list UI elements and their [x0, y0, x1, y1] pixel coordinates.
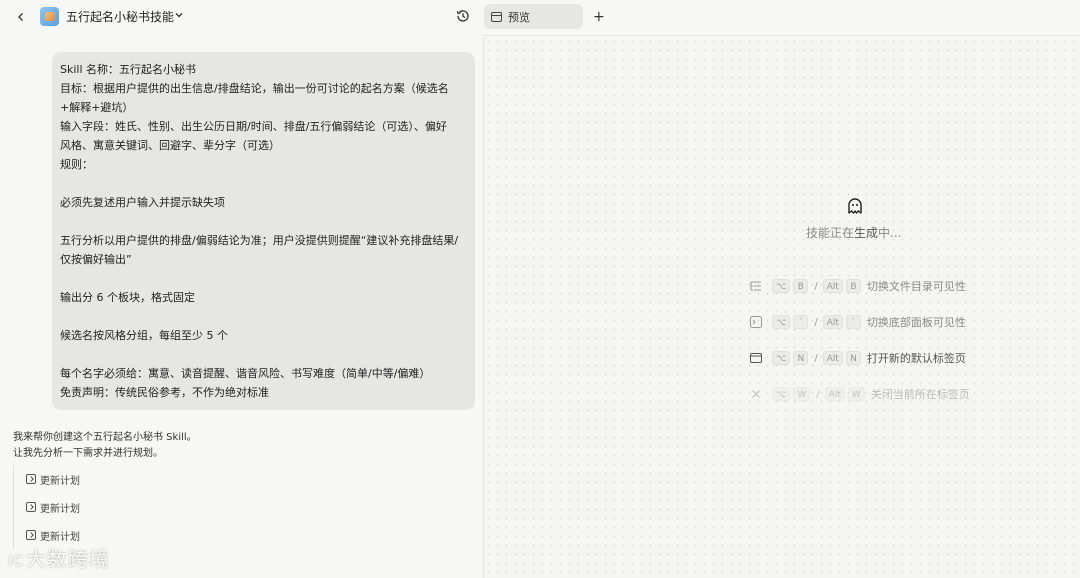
message-line: 五行分析以用户提供的排盘/偏弱结论为准；用户没提供则提醒“建议补充排盘结果/	[60, 234, 459, 247]
plan-check-icon	[26, 502, 36, 512]
message-line: +解释+避坑）	[60, 101, 134, 114]
assistant-reply-line: 我来帮你创建这个五行起名小秘书 Skill。	[13, 432, 197, 443]
assistant-reply: 我来帮你创建这个五行起名小秘书 Skill。 让我先分析一下需求并进行规划。	[13, 430, 197, 462]
shortcut-row: ⌥ W / Alt W 关闭当前所在标签页	[750, 386, 970, 402]
tab-preview[interactable]: 预览	[484, 4, 583, 29]
ghost-icon	[847, 197, 863, 215]
shortcut-key: Alt	[822, 351, 843, 365]
shortcut-key: N	[845, 351, 861, 365]
shortcut-label: 关闭当前所在标签页	[870, 388, 970, 401]
shortcut-key: B	[793, 279, 809, 293]
shortcut-key: N	[793, 351, 809, 365]
shortcut-key: Alt	[822, 279, 843, 293]
plan-step-label: 更新计划	[40, 475, 80, 487]
message-line: 仅按偏好输出”	[60, 253, 132, 266]
message-line: Skill 名称：五行起名小秘书	[60, 63, 197, 76]
shortcut-key: W	[793, 387, 811, 401]
status-suffix: 中...	[878, 226, 902, 240]
plan-step-label: 更新计划	[40, 531, 80, 543]
message-line: 输入字段：姓氏、性别、出生公历日期/时间、排盘/五行偏弱结论（可选）、偏好	[60, 120, 447, 133]
shortcut-key: `	[793, 315, 809, 329]
file-tree-icon	[750, 280, 762, 292]
shortcut-label: 打开新的默认标签页	[866, 352, 966, 365]
preview-tabbar: 预览 +	[483, 0, 1080, 36]
message-line: 每个名字必须给：寓意、读音提醒、谐音风险、书写难度（简单/中等/偏难）	[60, 367, 431, 380]
plan-steps-list: 更新计划 更新计划 更新计划	[13, 465, 213, 549]
shortcut-separator: /	[814, 316, 818, 328]
shortcut-key: ⌥	[772, 351, 791, 365]
watermark-text: 大数跨境	[25, 547, 110, 571]
shortcut-key: ⌥	[772, 315, 791, 329]
shortcut-row: ⌥ ` / Alt ` 切换底部面板可见性	[750, 314, 966, 330]
watermark-logo: IC	[8, 554, 24, 570]
terminal-panel-icon	[750, 316, 762, 328]
watermark: IC 大数跨境	[8, 543, 110, 572]
shortcut-key: B	[845, 279, 861, 293]
chat-header: 五行起名小秘书技能	[0, 0, 483, 34]
generating-status: 技能正在生成中...	[806, 224, 901, 241]
user-message-bubble: Skill 名称：五行起名小秘书 目标：根据用户提供的出生信息/排盘结论，输出一…	[52, 52, 475, 410]
status-highlight: 生成	[854, 226, 879, 240]
message-line: 候选名按风格分组，每组至少 5 个	[60, 329, 228, 342]
chevron-down-icon[interactable]	[173, 9, 185, 21]
message-line: 输出分 6 个板块，格式固定	[60, 291, 195, 304]
chat-pane: 五行起名小秘书技能 Skill 名称：五行起名小秘书 目标：根据用户提供的出生信…	[0, 0, 483, 578]
message-line: 规则：	[60, 158, 93, 171]
shortcut-key: Alt	[824, 387, 845, 401]
plan-check-icon	[26, 474, 36, 484]
shortcut-label: 切换底部面板可见性	[866, 316, 966, 329]
message-line: 免责声明：传统民俗参考，不作为绝对标准	[60, 386, 269, 399]
plan-check-icon	[26, 530, 36, 540]
shortcut-label: 切换文件目录可见性	[866, 280, 966, 293]
close-icon	[750, 388, 762, 400]
shortcut-key: W	[847, 387, 865, 401]
shortcut-row: ⌥ B / Alt B 切换文件目录可见性	[750, 278, 966, 294]
shortcut-key: ⌥	[772, 279, 791, 293]
shortcut-separator: /	[814, 352, 818, 364]
history-icon[interactable]	[455, 8, 471, 24]
shortcut-row: ⌥ N / Alt N 打开新的默认标签页	[750, 350, 966, 366]
skill-app-icon	[40, 7, 59, 26]
shortcut-key: `	[845, 315, 861, 329]
message-line: 风格、寓意关键词、回避字、辈分字（可选）	[60, 139, 280, 152]
browser-tab-icon	[750, 352, 762, 364]
message-line: 必须先复述用户输入并提示缺失项	[60, 196, 225, 209]
status-prefix: 技能正在	[806, 226, 855, 240]
tab-preview-label: 预览	[508, 10, 530, 24]
skill-title[interactable]: 五行起名小秘书技能	[66, 8, 174, 25]
preview-canvas	[483, 37, 1080, 578]
shortcut-separator: /	[816, 388, 820, 400]
back-arrow-icon[interactable]	[12, 8, 30, 26]
assistant-reply-line: 让我先分析一下需求并进行规划。	[13, 448, 163, 459]
plan-step-label: 更新计划	[40, 503, 80, 515]
plan-step[interactable]: 更新计划	[13, 465, 213, 493]
shortcut-separator: /	[814, 280, 818, 292]
message-line: 目标：根据用户提供的出生信息/排盘结论，输出一份可讨论的起名方案（候选名	[60, 82, 449, 95]
shortcut-key: Alt	[822, 315, 843, 329]
browser-window-icon	[491, 11, 502, 22]
new-tab-plus-icon[interactable]: +	[593, 9, 605, 25]
plan-step[interactable]: 更新计划	[13, 493, 213, 521]
shortcut-key: ⌥	[772, 387, 791, 401]
